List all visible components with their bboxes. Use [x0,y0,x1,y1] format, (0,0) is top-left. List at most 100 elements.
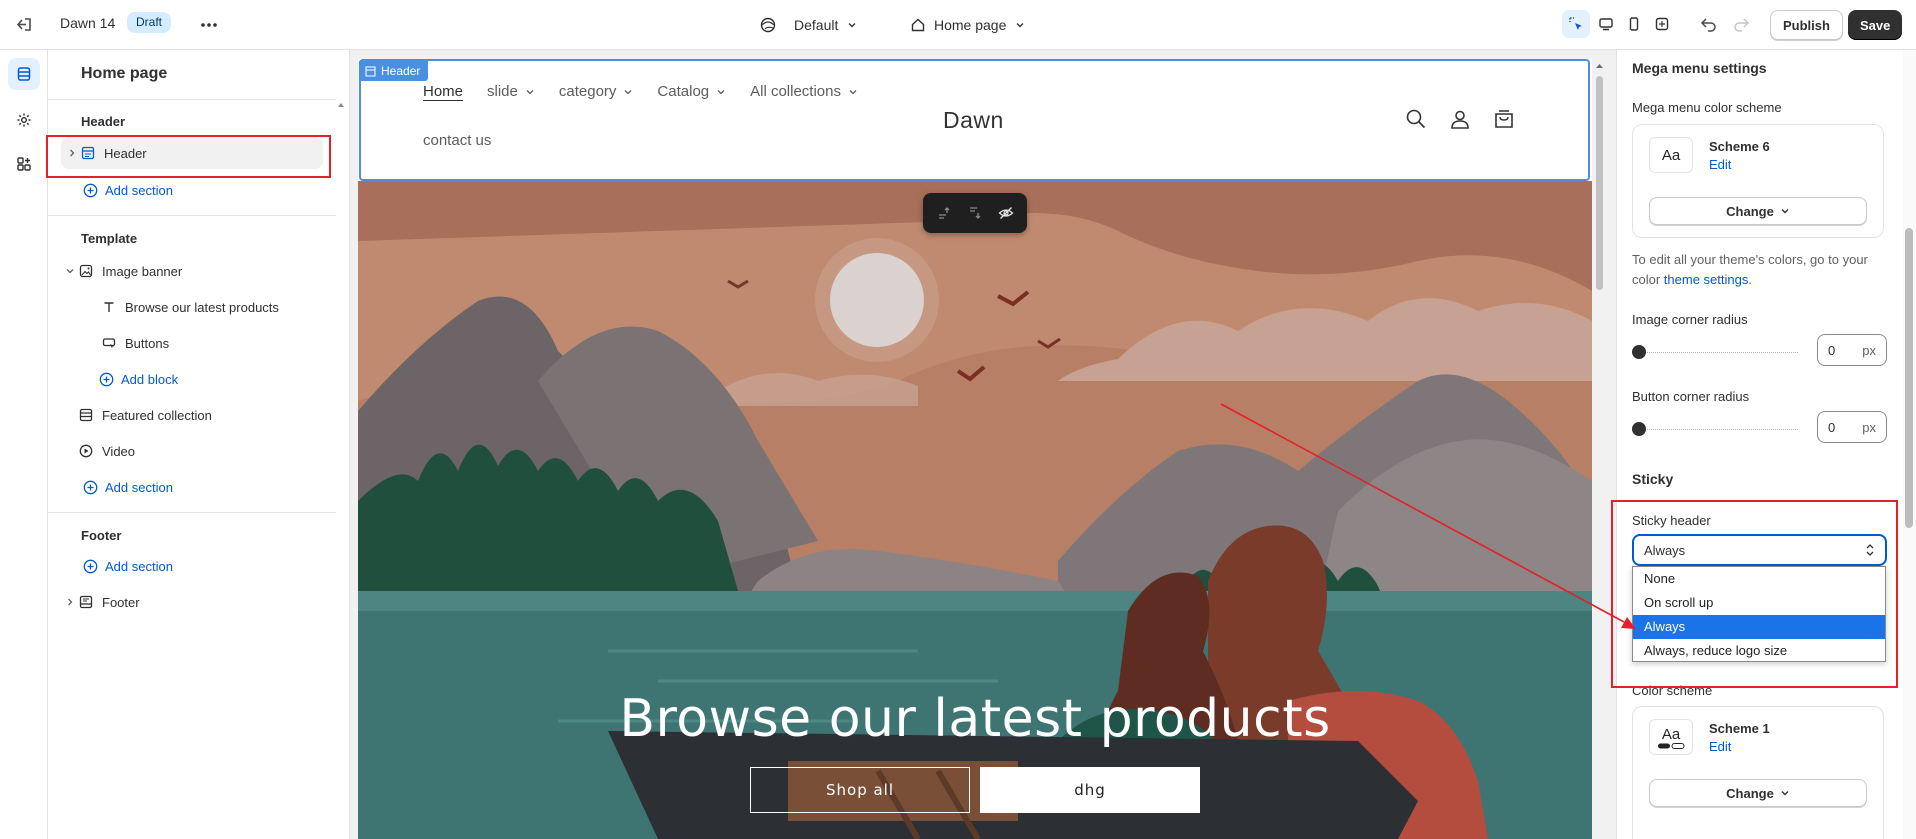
change-scheme-button[interactable]: Change [1649,197,1867,225]
add-section-header[interactable]: Add section [83,178,173,202]
play-icon [77,444,95,458]
change-label: Change [1726,785,1774,801]
group-heading-header: Header [81,114,126,129]
block-buttons[interactable]: Buttons [100,327,323,359]
select-arrows-icon [1865,543,1875,557]
theme-colors-help: To edit all your theme's colors, go to y… [1632,250,1882,290]
add-section-footer[interactable]: Add section [83,554,173,578]
section-header[interactable]: Header [61,137,323,169]
cart-icon[interactable] [1492,107,1516,131]
scroll-up-icon[interactable] [336,100,346,110]
image-radius-slider-thumb[interactable] [1632,345,1646,359]
shop-all-button[interactable]: Shop all [750,767,970,813]
nav-item-slide[interactable]: slide [487,83,535,100]
search-icon[interactable] [1404,107,1428,131]
divider [48,512,336,513]
color-swatch: Aa [1649,719,1693,755]
theme-settings-link[interactable]: theme settings [1664,272,1749,287]
option-on-scroll-up[interactable]: On scroll up [1633,591,1885,615]
exit-icon[interactable] [12,13,36,37]
image-radius-label: Image corner radius [1632,312,1748,327]
settings-gear-icon[interactable] [8,104,40,136]
page-dropdown[interactable]: Home page [910,12,1026,38]
inspector-icon[interactable] [1562,10,1590,38]
color-scheme-label: Color scheme [1632,683,1713,698]
image-radius-input[interactable]: 0 px [1817,334,1887,366]
nav-item-home[interactable]: Home [423,83,463,100]
hero-banner[interactable]: Browse our latest products Shop all dhg [358,181,1592,839]
edit-scheme-link[interactable]: Edit [1709,157,1731,172]
nav-item-category[interactable]: category [559,83,634,100]
undo-icon[interactable] [1698,13,1720,35]
image-icon [77,264,95,278]
nav-item-contact[interactable]: contact us [423,132,491,149]
section-video[interactable]: Video [77,435,323,467]
sticky-header-select[interactable]: Always [1632,534,1887,566]
option-none[interactable]: None [1633,567,1885,591]
store-header[interactable]: Home slide category Catalog All collecti… [358,59,1592,181]
sections-icon[interactable] [8,58,40,90]
apps-icon[interactable] [8,148,40,180]
nav-item-all-collections[interactable]: All collections [750,83,858,100]
button-radius-value: 0 [1828,419,1836,435]
more-actions-icon[interactable] [196,12,222,38]
chevron-down-icon [526,89,534,94]
template-dropdown-label: Default [794,17,839,33]
change-scheme-button[interactable]: Change [1649,779,1867,807]
button-radius-label: Button corner radius [1632,389,1750,404]
option-always[interactable]: Always [1633,615,1885,639]
chevron-right-icon[interactable] [65,148,79,158]
store-preview[interactable]: Home slide category Catalog All collecti… [358,59,1592,839]
mobile-icon[interactable] [1620,10,1648,38]
nav-item-catalog[interactable]: Catalog [657,83,726,100]
image-radius-track[interactable] [1632,352,1798,356]
theme-name: Dawn 14 [60,15,116,31]
add-block-button[interactable]: Add block [99,367,178,391]
section-image-banner[interactable]: Image banner [63,255,323,287]
move-down-icon[interactable] [967,205,983,221]
desktop-icon[interactable] [1592,10,1620,38]
option-always-reduce-logo[interactable]: Always, reduce logo size [1633,639,1885,663]
divider [48,215,336,216]
save-button[interactable]: Save [1848,10,1903,40]
chevron-down-icon [1780,788,1790,798]
store-logo[interactable]: Dawn [943,107,1004,134]
button-radius-track[interactable] [1632,429,1798,433]
main-nav: Home slide category Catalog All collecti… [423,83,858,100]
divider [48,99,336,100]
button-radius-input[interactable]: 0 px [1817,411,1887,443]
chevron-right-icon[interactable] [63,597,77,607]
fullscreen-icon[interactable] [1648,10,1676,38]
color-swatch: Aa [1649,137,1693,173]
mega-menu-heading: Mega menu settings [1632,60,1767,76]
redo-icon[interactable] [1730,13,1752,35]
add-block-label: Add block [121,371,179,387]
group-heading-template: Template [81,231,138,246]
template-dropdown[interactable]: Default [760,12,858,38]
section-footer[interactable]: Footer [63,586,323,618]
settings-scrollbar-thumb[interactable] [1905,228,1913,528]
scroll-up-icon[interactable] [1595,62,1604,70]
add-section-template[interactable]: Add section [83,475,173,499]
account-icon[interactable] [1448,107,1472,131]
edit-scheme-link[interactable]: Edit [1709,739,1731,754]
preview-scrollbar-thumb[interactable] [1596,76,1603,290]
move-up-icon[interactable] [936,205,952,221]
hide-eye-icon[interactable] [998,205,1014,221]
header-section-tag-label: Header [381,64,421,78]
mega-menu-color-label: Mega menu color scheme [1632,100,1782,115]
footer-section-icon [77,595,95,609]
text-icon [100,300,118,314]
add-section-label: Add section [105,558,173,574]
buttons-block-label: Buttons [125,335,170,351]
publish-button[interactable]: Publish [1770,10,1843,40]
secondary-button[interactable]: dhg [980,767,1200,813]
button-radius-slider-thumb[interactable] [1632,422,1646,436]
add-section-label: Add section [105,182,173,198]
section-toolbar [923,193,1027,233]
block-text[interactable]: Browse our latest products [100,291,323,323]
chevron-down-icon[interactable] [63,266,77,276]
section-featured-collection[interactable]: Featured collection [77,399,323,431]
image-banner-label: Image banner [102,263,183,279]
sticky-heading: Sticky [1632,471,1674,487]
